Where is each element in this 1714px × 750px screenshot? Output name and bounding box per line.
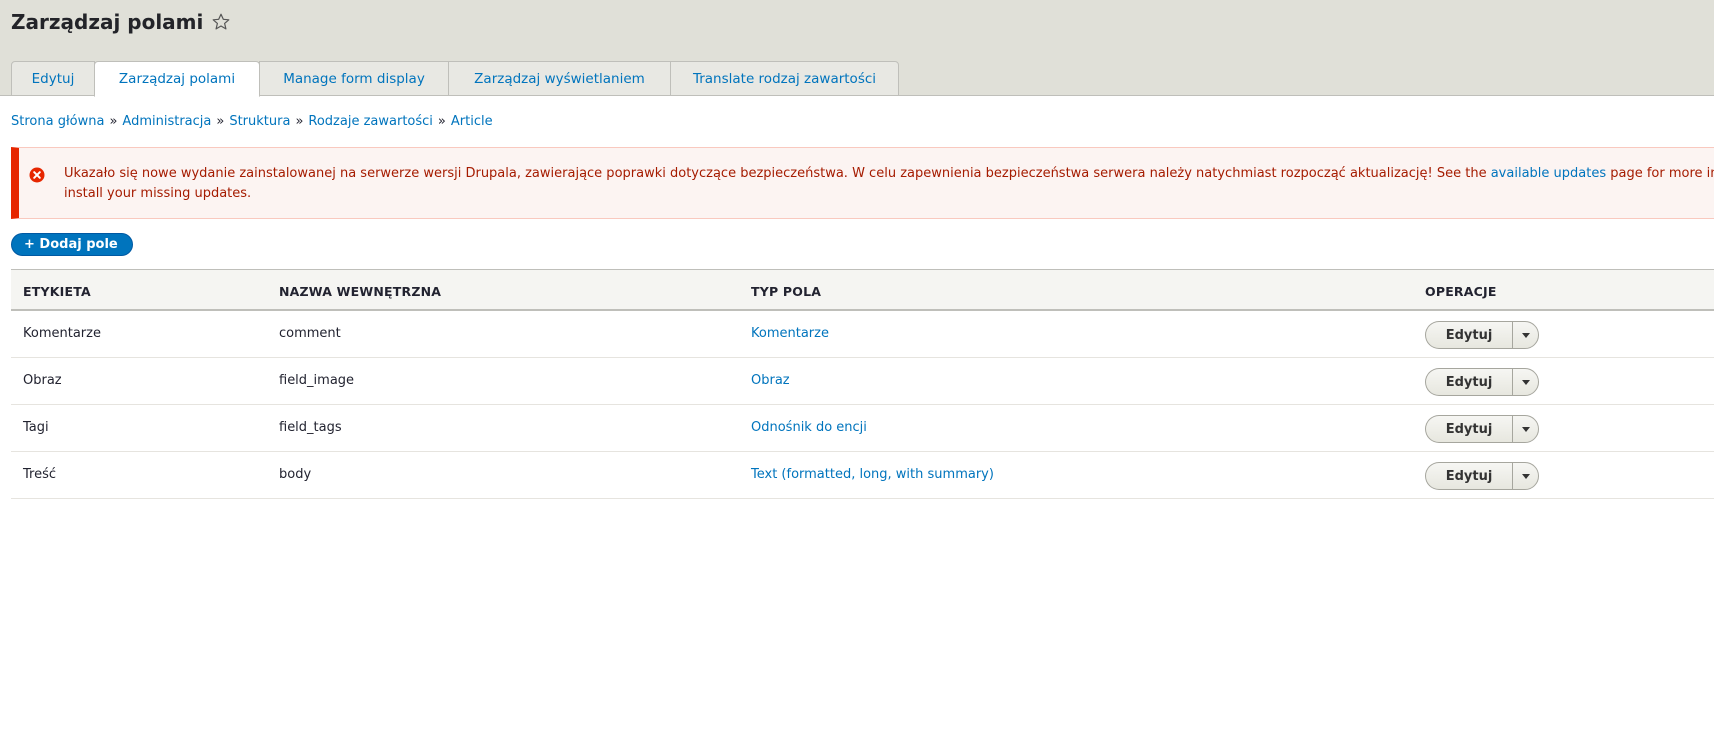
dropbutton-toggle[interactable] xyxy=(1512,321,1539,349)
field-machine-name: comment xyxy=(279,326,341,341)
alert-line-2: install your missing updates. xyxy=(64,186,252,201)
tab-manage-form-display[interactable]: Manage form display xyxy=(259,61,449,96)
alert-message: Ukazało się nowe wydanie zainstalowanej … xyxy=(64,164,1714,204)
dropbutton-toggle[interactable] xyxy=(1512,415,1539,443)
operations-dropbutton: Edytuj xyxy=(1425,321,1539,349)
column-header-field-type: TYP POLA xyxy=(751,284,822,299)
field-type-link[interactable]: Obraz xyxy=(751,373,790,388)
page-title-text: Zarządzaj polami xyxy=(11,10,204,34)
alert-text-after: page for more in xyxy=(1606,166,1714,181)
breadcrumb-link-content-types[interactable]: Rodzaje zawartości xyxy=(308,114,433,129)
edit-button[interactable]: Edytuj xyxy=(1425,321,1512,349)
breadcrumb-link-admin[interactable]: Administracja xyxy=(122,114,211,129)
field-label: Komentarze xyxy=(23,326,101,341)
edit-button[interactable]: Edytuj xyxy=(1425,462,1512,490)
add-field-button[interactable]: + Dodaj pole xyxy=(11,233,133,256)
caret-down-icon xyxy=(1521,379,1530,385)
breadcrumb-separator: » xyxy=(437,114,446,129)
edit-button[interactable]: Edytuj xyxy=(1425,368,1512,396)
field-label: Obraz xyxy=(23,373,62,388)
caret-down-icon xyxy=(1521,332,1530,338)
breadcrumb: Strona główna » Administracja » Struktura » Ro… xyxy=(11,114,493,129)
alert-line-1: Ukazało się nowe wydanie zainstalowanej … xyxy=(64,164,1714,184)
available-updates-link[interactable]: available updates xyxy=(1491,166,1606,181)
field-label: Tagi xyxy=(23,420,49,435)
caret-down-icon xyxy=(1521,426,1530,432)
primary-tabs: Edytuj Zarządzaj polami Manage form disp… xyxy=(11,61,899,97)
operations-dropbutton: Edytuj xyxy=(1425,462,1539,490)
column-header-operations: OPERACJE xyxy=(1425,284,1497,299)
security-alert: Ukazało się nowe wydanie zainstalowanej … xyxy=(11,147,1714,219)
column-header-machine-name: NAZWA WEWNĘTRZNA xyxy=(279,284,442,299)
tab-translate[interactable]: Translate rodzaj zawartości xyxy=(670,61,899,96)
breadcrumb-link-structure[interactable]: Struktura xyxy=(229,114,290,129)
star-icon[interactable] xyxy=(211,12,231,32)
table-row: Treść body Text (formatted, long, with s… xyxy=(11,452,1714,499)
breadcrumb-separator: » xyxy=(109,114,118,129)
field-type-link[interactable]: Odnośnik do encji xyxy=(751,420,867,435)
breadcrumb-separator: » xyxy=(216,114,225,129)
operations-dropbutton: Edytuj xyxy=(1425,415,1539,443)
field-type-link[interactable]: Text (formatted, long, with summary) xyxy=(751,467,994,482)
column-header-label: ETYKIETA xyxy=(23,284,91,299)
field-machine-name: body xyxy=(279,467,312,482)
edit-button[interactable]: Edytuj xyxy=(1425,415,1512,443)
field-machine-name: field_tags xyxy=(279,420,342,435)
operations-dropbutton: Edytuj xyxy=(1425,368,1539,396)
table-row: Obraz field_image Obraz Edytuj xyxy=(11,358,1714,405)
dropbutton-toggle[interactable] xyxy=(1512,368,1539,396)
table-header: ETYKIETA NAZWA WEWNĘTRZNA TYP POLA OPERA… xyxy=(11,269,1714,311)
breadcrumb-link-home[interactable]: Strona główna xyxy=(11,114,104,129)
breadcrumb-link-article[interactable]: Article xyxy=(451,114,493,129)
field-label: Treść xyxy=(23,467,57,482)
field-machine-name: field_image xyxy=(279,373,355,388)
dropbutton-toggle[interactable] xyxy=(1512,462,1539,490)
alert-text: Ukazało się nowe wydanie zainstalowanej … xyxy=(64,166,1491,181)
page-header: Zarządzaj polami Edytuj Zarządzaj polami… xyxy=(0,0,1714,97)
page-title: Zarządzaj polami xyxy=(11,10,231,34)
tab-zarzadzaj-polami[interactable]: Zarządzaj polami xyxy=(94,61,260,97)
breadcrumb-separator: » xyxy=(295,114,304,129)
field-type-link[interactable]: Komentarze xyxy=(751,326,829,341)
table-row: Komentarze comment Komentarze Edytuj xyxy=(11,311,1714,358)
caret-down-icon xyxy=(1521,473,1530,479)
error-circle-icon xyxy=(29,167,45,183)
tab-edytuj[interactable]: Edytuj xyxy=(11,61,95,96)
fields-table: ETYKIETA NAZWA WEWNĘTRZNA TYP POLA OPERA… xyxy=(11,269,1714,499)
table-row: Tagi field_tags Odnośnik do encji Edytuj xyxy=(11,405,1714,452)
tab-zarzadzaj-wyswietlaniem[interactable]: Zarządzaj wyświetlaniem xyxy=(448,61,671,96)
